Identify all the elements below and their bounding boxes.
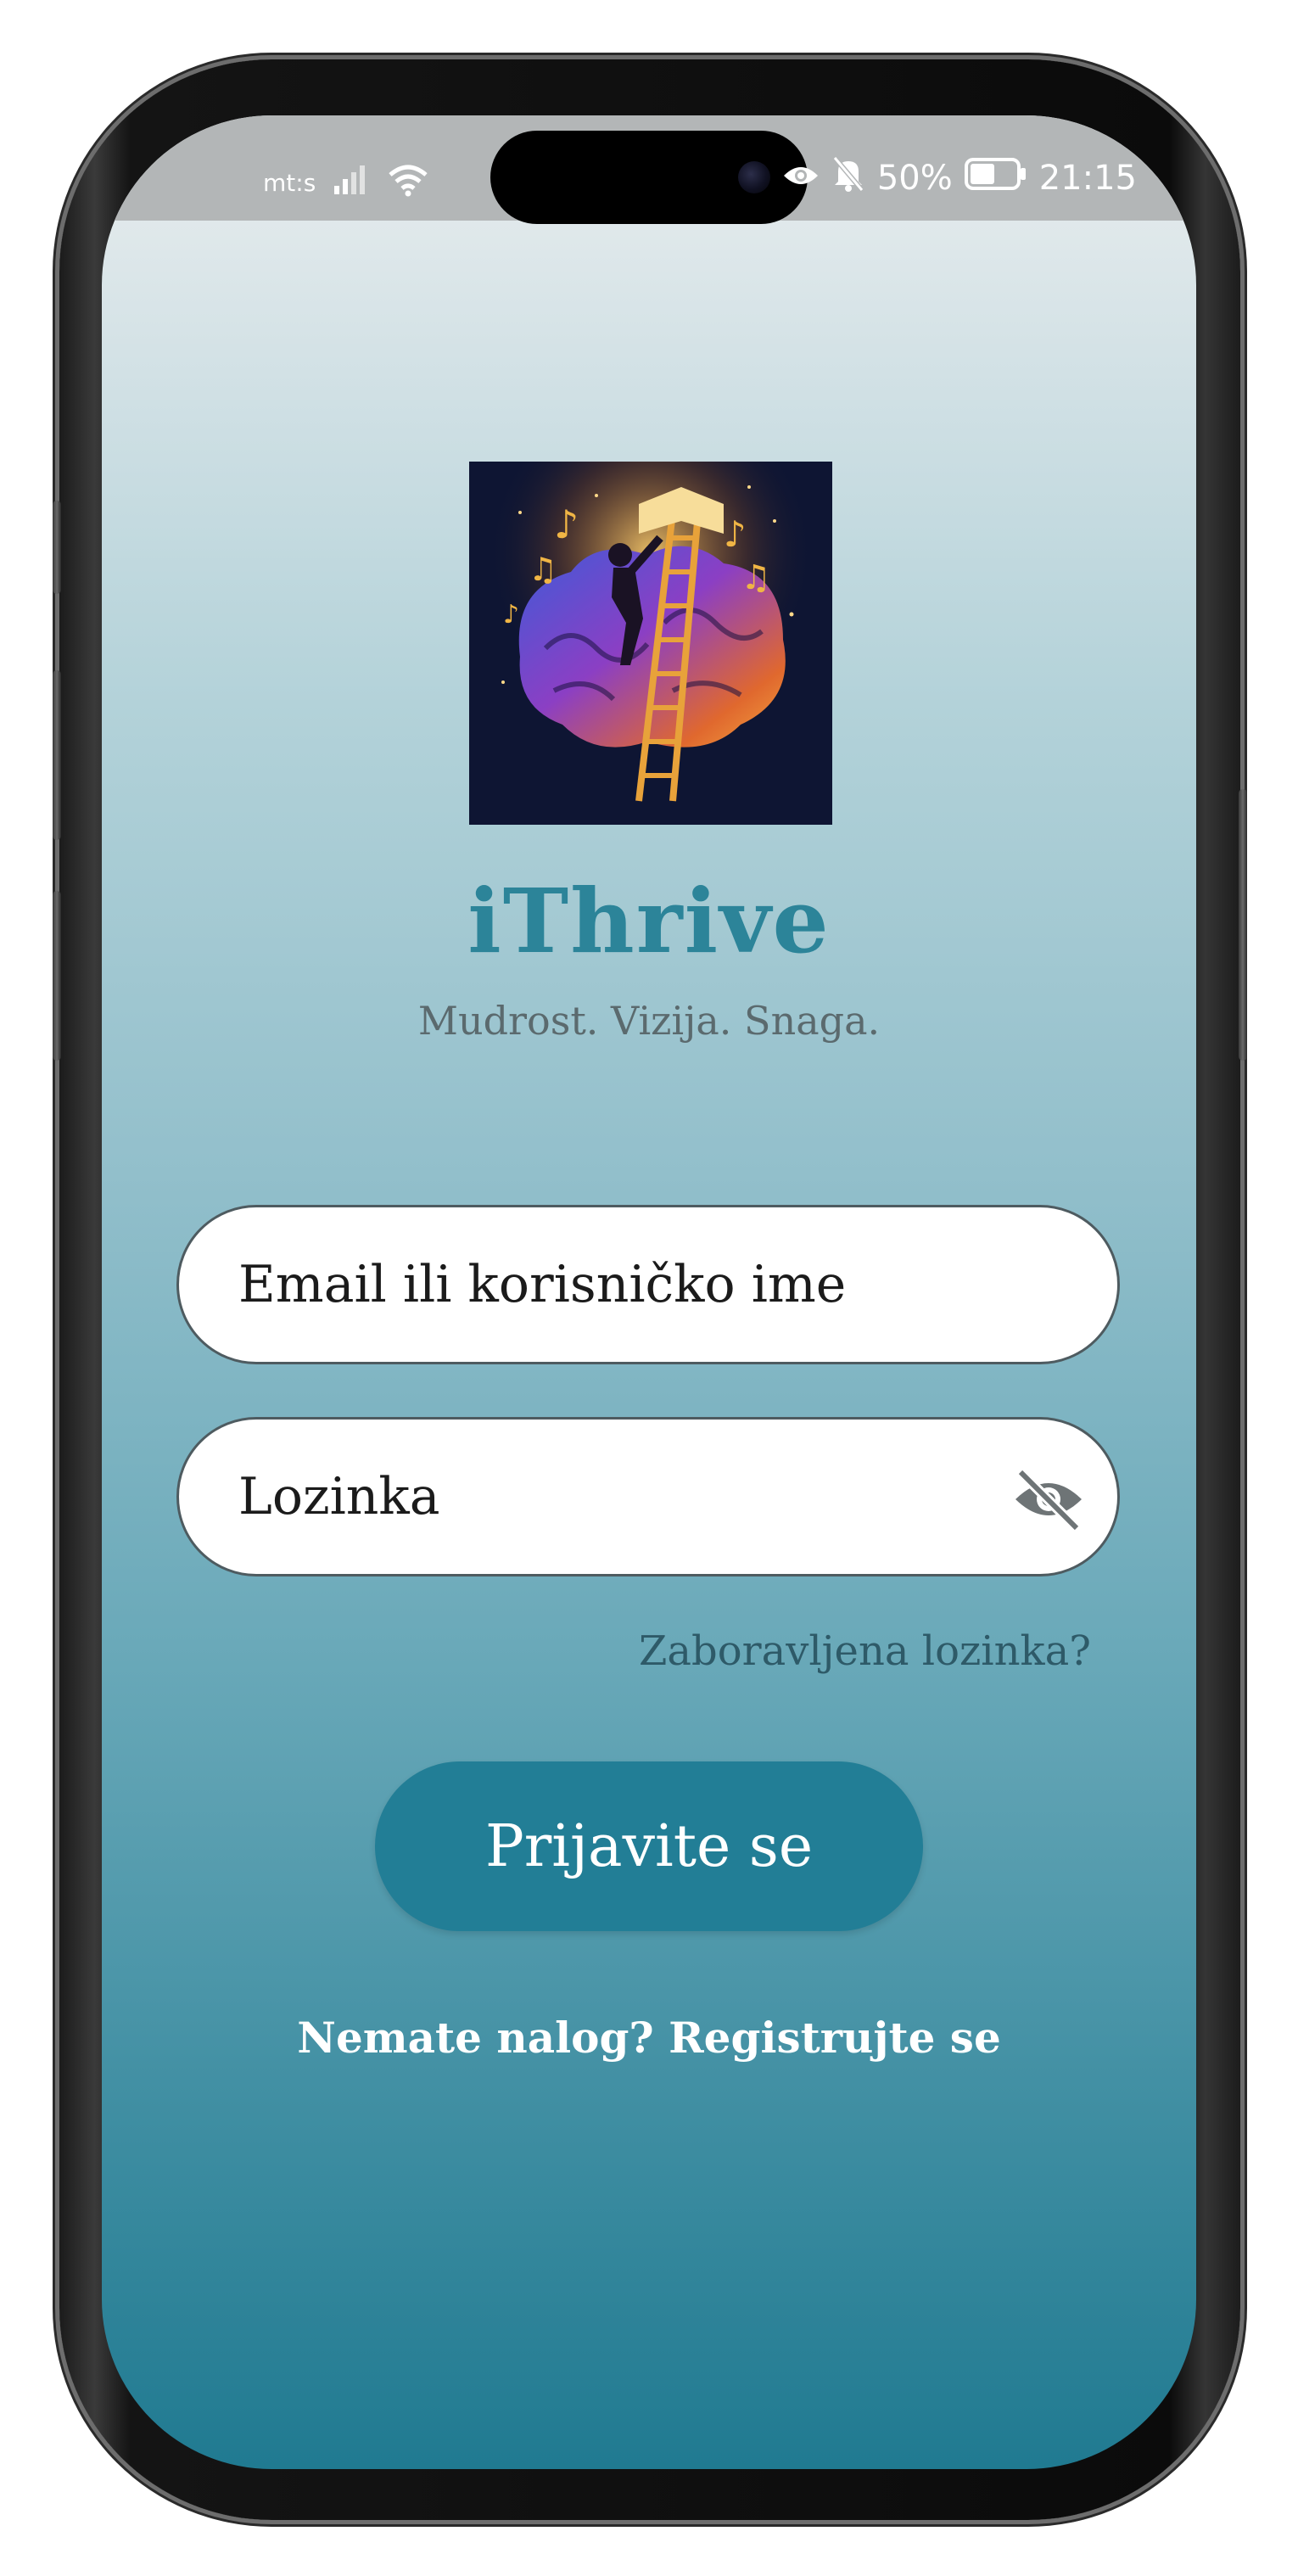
status-bar: mt:s 50% 21:15: [102, 115, 1196, 224]
svg-text:♪: ♪: [724, 513, 747, 555]
password-field[interactable]: [176, 1417, 1120, 1576]
battery-percent: 50%: [876, 159, 953, 198]
eye-icon: [782, 159, 820, 198]
login-button[interactable]: Prijavite se: [375, 1761, 923, 1931]
signal-icon: [333, 165, 370, 200]
side-button: [53, 501, 61, 594]
side-button: [53, 891, 61, 1061]
svg-text:♪: ♪: [554, 501, 579, 547]
app-title: iThrive: [467, 869, 831, 973]
camera-icon: [738, 161, 770, 193]
visibility-off-icon[interactable]: [1012, 1467, 1085, 1532]
brain-ladder-logo: ♪ ♫ ♪ ♫ ♪: [469, 462, 832, 825]
side-button: [53, 670, 61, 840]
bell-off-icon: [831, 156, 865, 200]
register-link[interactable]: Nemate nalog? Registrujte se: [102, 2013, 1196, 2063]
forgot-password-link[interactable]: Zaboravljena lozinka?: [639, 1627, 1091, 1675]
status-right: 50% 21:15: [782, 156, 1137, 200]
app-tagline: Mudrost. Vizija. Snaga.: [417, 998, 881, 1044]
svg-text:♪: ♪: [503, 600, 519, 630]
clock: 21:15: [1038, 159, 1137, 198]
battery-icon: [964, 158, 1027, 199]
app-logo: ♪ ♫ ♪ ♫ ♪: [469, 462, 832, 825]
side-button: [1239, 789, 1247, 1061]
email-field[interactable]: [176, 1205, 1120, 1364]
email-input[interactable]: [237, 1254, 987, 1315]
password-input[interactable]: [237, 1466, 987, 1527]
dynamic-island: [490, 131, 808, 224]
carrier-label: mt:s: [263, 169, 316, 197]
svg-text:♫: ♫: [529, 551, 557, 588]
wifi-icon: [387, 163, 429, 203]
svg-text:♫: ♫: [741, 558, 771, 597]
status-left: mt:s: [263, 163, 429, 203]
app-screen: mt:s 50% 21:15 ♪ ♫ ♪ ♫ ♪ iThrive Mudrost…: [102, 115, 1196, 2469]
